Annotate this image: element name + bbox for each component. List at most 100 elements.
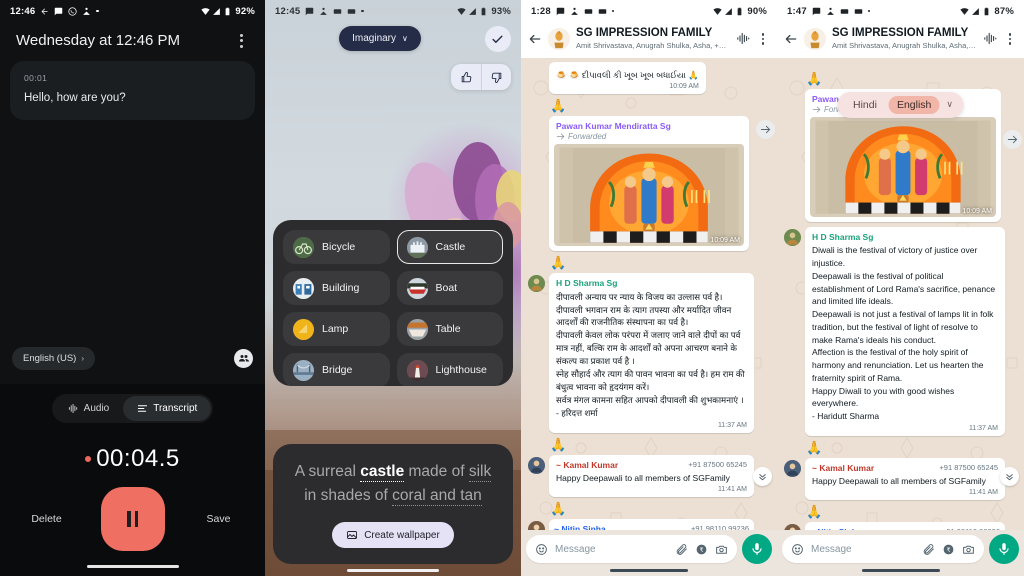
message-list[interactable]: 🙏 Pawan Kumar Mendiratta Sg Forwarded (777, 57, 1024, 530)
pause-record-button[interactable] (100, 486, 165, 551)
language-toggle[interactable]: Hindi English ∨ (837, 91, 964, 118)
message-input[interactable]: Message ₹ (782, 535, 984, 563)
voice-record-button[interactable] (989, 534, 1019, 564)
avatar[interactable] (784, 229, 801, 247)
thumbs-down-button[interactable] (481, 64, 511, 90)
message-bubble[interactable]: +91 87500 65245 ~ Kamal Kumar Happy Deep… (549, 454, 754, 497)
message-bubble[interactable]: +91 87500 65245 ~ Kamal Kumar Happy Deep… (805, 457, 1005, 501)
lighthouse-thumbnail-icon (406, 359, 428, 381)
thumbs-up-button[interactable] (451, 64, 481, 90)
transcript-timestamp: 00:01 (24, 73, 48, 83)
message-input[interactable]: Message ₹ (526, 535, 737, 563)
option-bicycle[interactable]: Bicycle (283, 230, 390, 264)
avatar[interactable] (784, 459, 801, 477)
message-row-partial: 🍮 🍮 દીપાવલી કી ખૂબ ખૂબ બધાઈયા 🙏 10:09 AM (528, 61, 770, 94)
prompt-keyword[interactable]: castle (360, 462, 405, 482)
message-row-text: H D Sharma Sg दीपावली अन्याय पर न्याय के… (528, 273, 770, 433)
recording-timer: 00:04.5 (0, 445, 265, 473)
prompt-colors[interactable]: coral and tan (392, 486, 482, 506)
panel-whatsapp-hindi: 1:28 90% SG IMPRESSION FAMILY Amit Shriv… (521, 0, 777, 576)
message-bubble[interactable]: H D Sharma Sg Diwali is the festival of … (805, 227, 1005, 436)
overflow-menu-icon[interactable] (233, 33, 249, 49)
message-row-banner: +91 98110 99236 ~ Nitin Sinha Forwarded … (528, 518, 770, 530)
language-option-english[interactable]: English (888, 95, 940, 114)
message-bubble[interactable]: H D Sharma Sg दीपावली अन्याय पर न्याय के… (549, 273, 754, 433)
rupee-payment-icon: ₹ (696, 544, 707, 554)
chevron-down-icon[interactable]: ∨ (943, 99, 956, 110)
confirm-button[interactable] (484, 26, 511, 52)
language-option-hindi[interactable]: Hindi (845, 96, 885, 114)
option-building[interactable]: Building (283, 271, 390, 305)
option-lighthouse[interactable]: Lighthouse (396, 353, 503, 386)
audio-waveform-icon[interactable] (736, 31, 751, 46)
audio-waveform-icon[interactable] (983, 31, 998, 46)
avatar[interactable] (528, 520, 545, 530)
paperclip-icon (923, 543, 934, 555)
forward-message-button[interactable] (1003, 129, 1022, 149)
prompt-card: A surreal castle made of silk in shades … (273, 443, 513, 564)
camera-icon (963, 545, 974, 554)
gesture-bar[interactable] (610, 569, 688, 572)
transcript-card[interactable]: 00:01 Hello, how are you? (10, 61, 255, 120)
back-arrow-icon[interactable] (784, 32, 798, 46)
scroll-to-bottom-button[interactable] (753, 467, 772, 486)
option-table[interactable]: Table (396, 312, 503, 346)
chat-title-block[interactable]: SG IMPRESSION FAMILY Amit Shrivastava, A… (832, 27, 977, 51)
bridge-thumbnail-icon (293, 359, 314, 381)
tab-transcript[interactable]: Transcript (123, 395, 212, 421)
image-time: 10:09 AM (962, 208, 992, 216)
messages-scroll[interactable]: 🙏 Pawan Kumar Mendiratta Sg Forwarded (777, 58, 1024, 530)
avatar[interactable] (528, 275, 545, 293)
delete-button[interactable]: Delete (27, 513, 67, 525)
prompt-after: in shades of (304, 486, 393, 504)
option-bridge[interactable]: Bridge (283, 353, 390, 386)
message-list[interactable]: 🍮 🍮 દીપાવલી કી ખૂબ ખૂબ બધાઈયા 🙏 10:09 AM… (521, 57, 777, 530)
wallpaper-topbar: Imaginary ∨ (265, 22, 521, 52)
status-time: 12:45 (275, 5, 301, 17)
message-time: 11:37 AM (717, 421, 747, 429)
group-avatar[interactable] (804, 27, 826, 50)
message-image[interactable]: ॥॥ 10:09 AM (554, 143, 744, 247)
create-wallpaper-button[interactable]: Create wallpaper (332, 522, 454, 548)
message-text: Happy Deepawali to all members of SGFami… (812, 476, 986, 487)
gesture-bar[interactable] (861, 569, 940, 572)
voice-record-button[interactable] (742, 534, 772, 564)
keyboard-icon-2 (854, 7, 863, 16)
forward-message-button[interactable] (756, 119, 775, 139)
svg-text:॥॥: ॥॥ (687, 184, 712, 208)
scroll-to-bottom-button[interactable] (1000, 467, 1019, 486)
prompt-text[interactable]: A surreal castle made of silk in shades … (289, 460, 497, 508)
option-lamp[interactable]: Lamp (283, 312, 390, 346)
message-bubble[interactable]: 🍮 🍮 દીપાવલી કી ખૂબ ખૂબ બધાઈયા 🙏 10:09 AM (549, 61, 706, 94)
message-image[interactable]: ॥॥ 10:09 AM (810, 116, 996, 218)
option-castle-label: Castle (435, 241, 466, 253)
messages-scroll[interactable]: 🍮 🍮 દીપાવલી કી ખૂબ ખૂબ બધાઈયા 🙏 10:09 AM… (521, 58, 777, 530)
option-castle[interactable]: Castle (396, 230, 503, 264)
tab-transcript-label: Transcript (153, 402, 198, 414)
chat-title-block[interactable]: SG IMPRESSION FAMILY Amit Shrivastava, A… (576, 27, 730, 51)
emoji-reaction: 🙏 (806, 70, 823, 86)
message-composer: Message ₹ (777, 530, 1024, 566)
option-building-label: Building (322, 282, 360, 294)
message-bubble[interactable]: +91 98110 99236 ~ Nitin Sinha Forwarded … (805, 522, 1005, 530)
group-avatar[interactable] (548, 27, 570, 50)
boat-thumbnail-icon (406, 277, 428, 299)
avatar[interactable] (528, 456, 545, 474)
gesture-bar[interactable] (86, 564, 179, 568)
speaker-labels-icon[interactable] (234, 348, 253, 368)
message-bubble[interactable]: Pawan Kumar Mendiratta Sg Forwarded (549, 115, 749, 252)
overflow-menu-icon[interactable] (1004, 32, 1016, 45)
status-time: 1:47 (787, 5, 807, 17)
microphone-icon (999, 543, 1009, 555)
gesture-bar[interactable] (347, 568, 439, 572)
prompt-material[interactable]: silk (468, 462, 492, 482)
back-arrow-icon[interactable] (528, 32, 542, 46)
style-chip[interactable]: Imaginary ∨ (339, 26, 421, 51)
tab-audio[interactable]: Audio (54, 396, 124, 421)
language-chip[interactable]: English (US) › (12, 346, 95, 370)
save-button[interactable]: Save (199, 513, 239, 525)
message-bubble[interactable]: +91 98110 99236 ~ Nitin Sinha Forwarded … (549, 518, 754, 530)
status-bar: 1:47 87% (777, 0, 1024, 22)
overflow-menu-icon[interactable] (757, 32, 769, 45)
option-boat[interactable]: Boat (396, 271, 503, 305)
